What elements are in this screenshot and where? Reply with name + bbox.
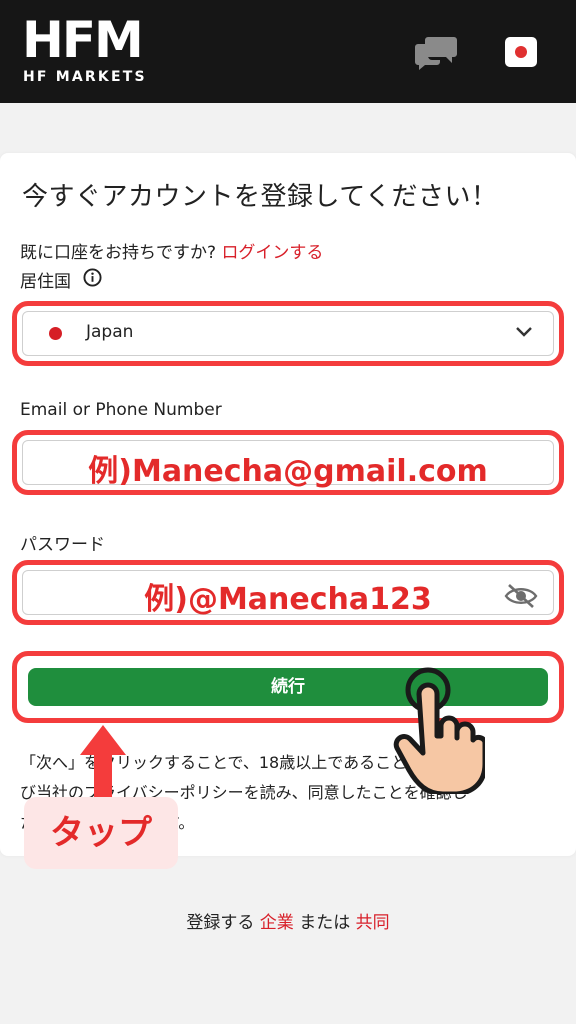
footer-register-links: 登録する 企業 または 共同 [0,908,576,933]
hfm-logo[interactable]: HFM HF MARKETS [22,15,162,85]
info-icon[interactable] [83,268,102,287]
top-header: HFM HF MARKETS [0,0,576,103]
email-example: 例)Manecha@gmail.com [88,454,488,489]
email-label: Email or Phone Number [20,400,222,420]
login-link[interactable]: ログインする [221,243,323,263]
password-example: 例)@Manecha123 [144,582,432,617]
corporate-link[interactable]: 企業 [260,913,294,933]
logo-text: HFM [22,11,144,69]
footer-or: または [299,913,351,933]
footer-prefix: 登録する [186,913,255,933]
login-prompt: 既に口座をお持ちですか? ログインする [20,238,323,263]
japan-flag-icon [515,46,527,58]
page-title: 今すぐアカウントを登録してください！ [22,182,498,212]
chevron-down-icon[interactable] [515,326,533,338]
country-label: 居住国 [20,272,71,292]
chat-bubbles-icon[interactable] [414,34,458,70]
japan-flag-icon [49,327,62,340]
password-label: パスワード [20,535,105,555]
arrow-up-icon [80,725,126,805]
country-value: Japan [86,322,134,342]
hand-pointer-icon [393,667,485,794]
tap-annotation-label: タップ [50,813,152,853]
joint-link[interactable]: 共同 [356,913,390,933]
language-flag-button[interactable] [505,37,537,67]
eye-off-icon[interactable] [504,583,538,609]
login-question: 既に口座をお持ちですか? [20,243,217,263]
logo-subtitle: HF MARKETS [23,69,147,85]
